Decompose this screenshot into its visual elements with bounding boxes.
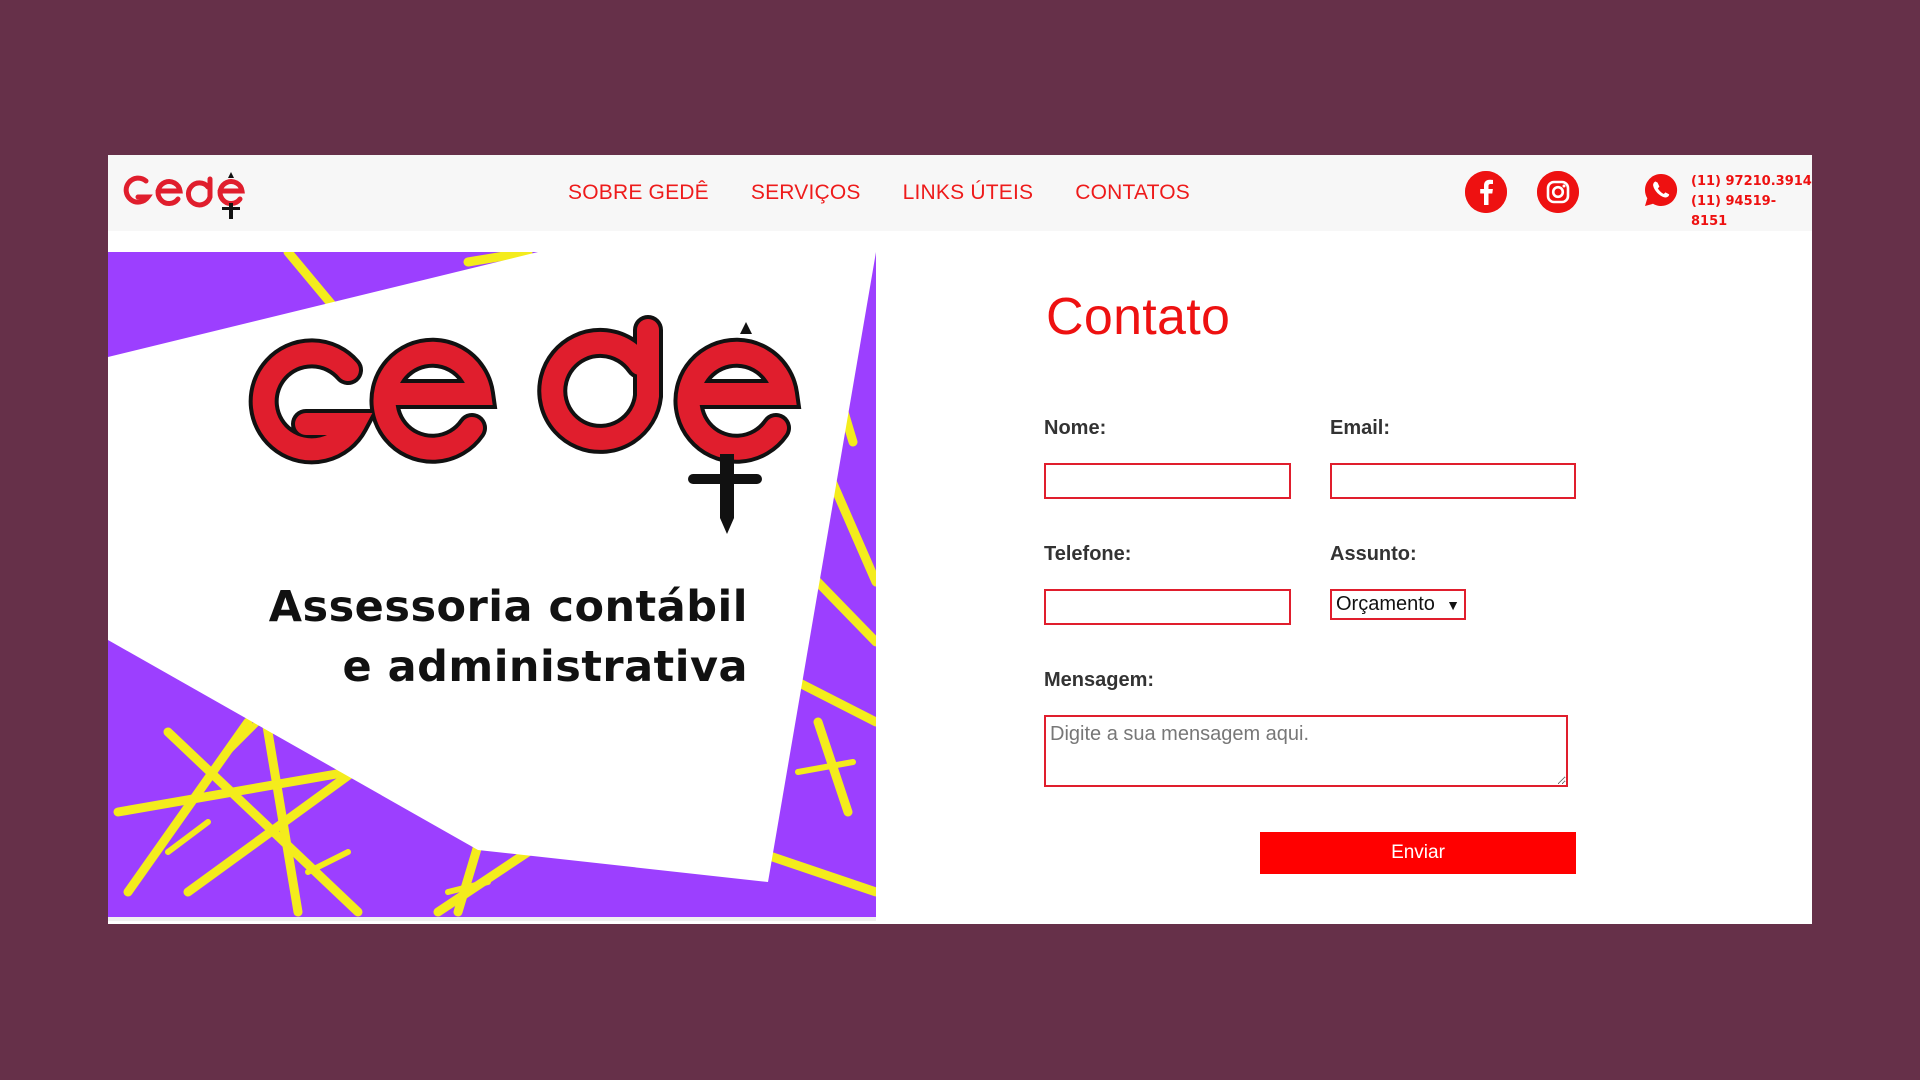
nav-contatos[interactable]: CONTATOS xyxy=(1075,181,1190,205)
gede-logo[interactable] xyxy=(120,163,250,223)
hero-banner: Assessoria contábil e administrativa xyxy=(108,252,876,917)
nav-sobre-gede[interactable]: SOBRE GEDÊ xyxy=(568,181,709,205)
name-label: Nome: xyxy=(1044,417,1107,439)
subject-label: Assunto: xyxy=(1330,543,1417,565)
contact-title: Contato xyxy=(1046,288,1231,346)
instagram-icon[interactable] xyxy=(1537,171,1579,213)
nav-links-uteis[interactable]: LINKS ÚTEIS xyxy=(903,181,1034,205)
phone-number-2[interactable]: (11) 94519-8151 xyxy=(1691,192,1812,232)
name-input[interactable] xyxy=(1044,463,1291,499)
submit-button[interactable]: Enviar xyxy=(1260,832,1576,874)
subject-select[interactable]: Orçamento ▼ xyxy=(1330,589,1466,620)
navbar: SOBRE GEDÊ SERVIÇOS LINKS ÚTEIS CONTATOS xyxy=(108,155,1812,231)
whatsapp-icon[interactable] xyxy=(1643,172,1679,208)
hero-tagline: Assessoria contábil e administrativa xyxy=(108,577,748,697)
phone-input[interactable] xyxy=(1044,589,1291,625)
chevron-down-icon: ▼ xyxy=(1446,596,1460,613)
phone-label: Telefone: xyxy=(1044,543,1132,565)
message-label: Mensagem: xyxy=(1044,669,1155,691)
nav-servicos[interactable]: SERVIÇOS xyxy=(751,181,861,205)
tagline-line-1: Assessoria contábil xyxy=(268,582,748,632)
main-nav: SOBRE GEDÊ SERVIÇOS LINKS ÚTEIS CONTATOS xyxy=(568,155,1232,231)
tagline-line-2: e administrativa xyxy=(342,642,748,692)
phone-numbers: (11) 97210.3914 (11) 94519-8151 xyxy=(1691,172,1812,232)
phone-number-1[interactable]: (11) 97210.3914 xyxy=(1691,172,1812,192)
section-divider xyxy=(108,917,876,921)
facebook-icon[interactable] xyxy=(1465,171,1507,213)
email-input[interactable] xyxy=(1330,463,1576,499)
email-label: Email: xyxy=(1330,417,1391,439)
website-frame: SOBRE GEDÊ SERVIÇOS LINKS ÚTEIS CONTATOS xyxy=(108,155,1812,924)
subject-selected-value: Orçamento xyxy=(1336,593,1435,615)
message-textarea[interactable] xyxy=(1044,715,1568,787)
